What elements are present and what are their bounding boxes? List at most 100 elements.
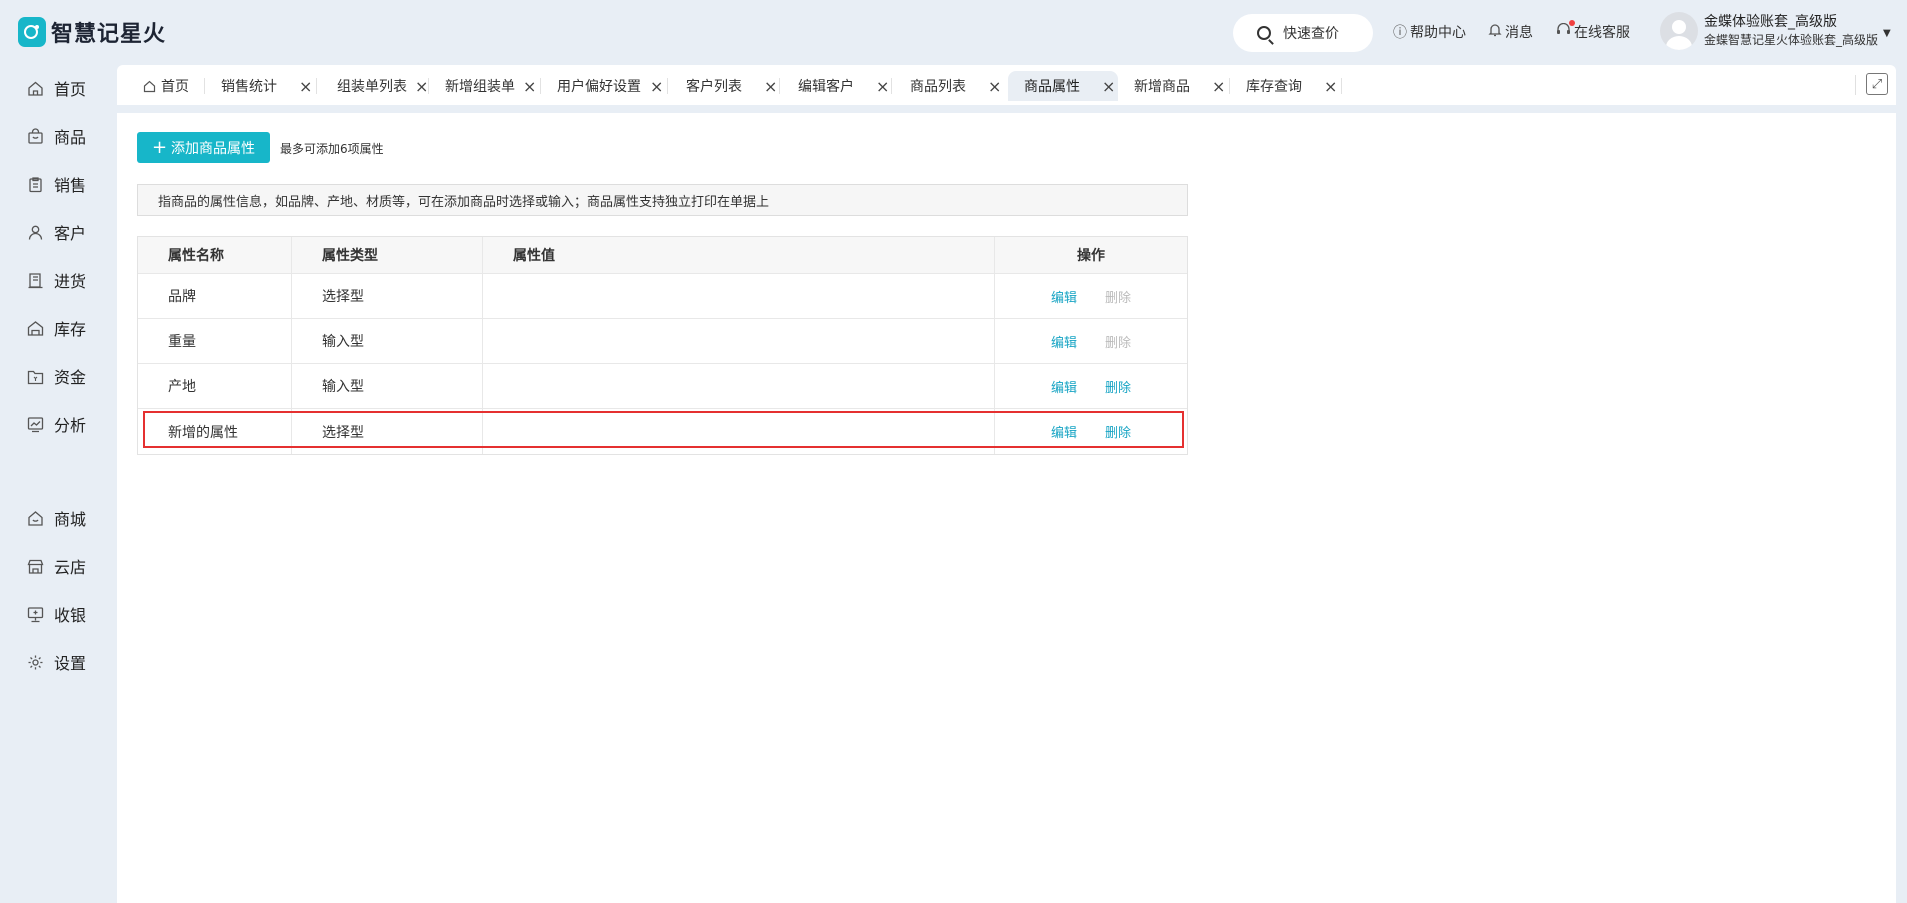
quick-price-button[interactable]: 快速查价 <box>1233 14 1373 52</box>
close-icon[interactable]: × <box>650 77 663 96</box>
attribute-name: 品牌 <box>138 274 292 318</box>
delete-button[interactable]: 删除 <box>1105 377 1131 396</box>
warehouse-icon <box>26 319 44 337</box>
tab-customer-list[interactable]: 客户列表 × <box>668 71 780 101</box>
attributes-table: 属性名称 属性类型 属性值 操作 品牌 选择型 编辑 删除 重量 输入型 编辑 … <box>137 236 1188 455</box>
bag-icon <box>26 127 44 145</box>
attribute-value <box>483 409 995 454</box>
online-support-link[interactable]: 在线客服 <box>1556 20 1630 42</box>
table-row: 重量 输入型 编辑 删除 <box>138 319 1187 364</box>
bell-icon <box>1488 23 1502 41</box>
user-account: 金蝶智慧记星火体验账套_高级版 <box>1704 33 1879 47</box>
sidebar-item-label: 云店 <box>54 558 87 577</box>
tab-user-preferences[interactable]: 用户偏好设置 × <box>541 71 668 101</box>
sidebar-item-label: 销售 <box>54 176 87 195</box>
user-name: 金蝶体验账套_高级版 <box>1704 14 1837 30</box>
notification-dot <box>1569 20 1575 26</box>
sidebar-item-sales[interactable]: 销售 <box>26 172 86 196</box>
sidebar-item-funds[interactable]: 资金 <box>26 364 86 388</box>
table-row: 产地 输入型 编辑 删除 <box>138 364 1187 409</box>
sidebar-item-label: 设置 <box>54 654 87 673</box>
tab-goods-list[interactable]: 商品列表 × <box>892 71 1004 101</box>
sidebar-item-goods[interactable]: 商品 <box>26 124 86 148</box>
caret-down-icon: ▼ <box>1883 28 1891 39</box>
tab-new-assembly[interactable]: 新增组装单 × <box>429 71 541 101</box>
attribute-value <box>483 364 995 408</box>
user-menu[interactable]: 金蝶体验账套_高级版 金蝶智慧记星火体验账套_高级版 ▼ <box>1660 12 1891 50</box>
add-attribute-button[interactable]: + 添加商品属性 <box>137 132 270 163</box>
sidebar-item-customers[interactable]: 客户 <box>26 220 86 244</box>
attribute-type: 选择型 <box>292 409 483 454</box>
quick-price-label: 快速查价 <box>1283 26 1339 42</box>
sidebar-item-cloud-store[interactable]: 云店 <box>26 554 86 578</box>
tab-label: 新增组装单 <box>445 79 515 95</box>
delete-button: 删除 <box>1105 290 1132 306</box>
attribute-type: 输入型 <box>292 364 483 408</box>
main-panel: + 添加商品属性 最多可添加6项属性 指商品的属性信息，如品牌、产地、材质等，可… <box>117 113 1896 903</box>
person-icon <box>26 223 44 241</box>
delete-button: 删除 <box>1105 335 1132 351</box>
logo-icon <box>18 17 46 47</box>
help-center-link[interactable]: ⓘ 帮助中心 <box>1393 22 1466 42</box>
messages-link[interactable]: 消息 <box>1488 22 1533 42</box>
tab-label: 首页 <box>161 79 189 95</box>
app-logo[interactable]: 智慧记星火 <box>18 16 166 48</box>
close-icon[interactable]: × <box>299 77 312 96</box>
attribute-value <box>483 319 995 363</box>
sidebar-item-label: 客户 <box>54 224 87 243</box>
tab-label: 商品列表 <box>910 79 966 95</box>
cashier-icon <box>26 605 44 623</box>
sidebar-item-settings[interactable]: 设置 <box>26 650 86 674</box>
close-icon[interactable]: × <box>1324 77 1337 96</box>
header-value: 属性值 <box>483 237 995 273</box>
close-icon[interactable]: × <box>988 77 1001 96</box>
messages-label: 消息 <box>1505 25 1533 41</box>
sidebar-item-label: 商城 <box>54 510 87 529</box>
clipboard-icon <box>26 175 44 193</box>
delete-button[interactable]: 删除 <box>1105 422 1131 441</box>
table-row: 新增的属性 选择型 编辑 删除 <box>138 409 1187 454</box>
table-header: 属性名称 属性类型 属性值 操作 <box>138 237 1187 274</box>
close-icon[interactable]: × <box>1212 77 1225 96</box>
edit-button[interactable]: 编辑 <box>1051 287 1077 306</box>
sidebar-item-cashier[interactable]: 收银 <box>26 602 86 626</box>
table-row: 品牌 选择型 编辑 删除 <box>138 274 1187 319</box>
tabs-bar: 首页 销售统计 × 组装单列表 × 新增组装单 × 用户偏好设置 × 客户列表 … <box>117 65 1896 105</box>
sidebar-item-purchase[interactable]: 进货 <box>26 268 86 292</box>
close-icon[interactable]: × <box>876 77 889 96</box>
tab-label: 用户偏好设置 <box>557 79 641 95</box>
tab-home[interactable]: 首页 <box>135 71 205 101</box>
close-icon[interactable]: × <box>1102 77 1115 96</box>
max-attributes-hint: 最多可添加6项属性 <box>280 142 384 156</box>
attribute-notice: 指商品的属性信息，如品牌、产地、材质等，可在添加商品时选择或输入；商品属性支持独… <box>137 184 1188 216</box>
tab-sales-stats[interactable]: 销售统计 × <box>205 71 317 101</box>
tab-inventory-query[interactable]: 库存查询 × <box>1230 71 1342 101</box>
sidebar-item-inventory[interactable]: 库存 <box>26 316 86 340</box>
sidebar-item-label: 库存 <box>54 320 87 339</box>
sidebar-item-mall[interactable]: 商城 <box>26 506 86 530</box>
help-icon: ⓘ <box>1393 25 1407 41</box>
edit-button[interactable]: 编辑 <box>1051 422 1077 441</box>
avatar <box>1660 12 1698 50</box>
tab-new-goods[interactable]: 新增商品 × <box>1118 71 1230 101</box>
attribute-name: 重量 <box>138 319 292 363</box>
sidebar-item-analysis[interactable]: 分析 <box>26 412 86 436</box>
sidebar-item-label: 商品 <box>54 128 87 147</box>
sidebar-item-home[interactable]: 首页 <box>26 76 86 100</box>
edit-button[interactable]: 编辑 <box>1051 377 1077 396</box>
sidebar-item-label: 资金 <box>54 368 87 387</box>
close-icon[interactable]: × <box>764 77 777 96</box>
home-icon <box>26 79 44 97</box>
close-icon[interactable]: × <box>415 77 428 96</box>
close-icon[interactable]: × <box>523 77 536 96</box>
edit-button[interactable]: 编辑 <box>1051 332 1077 351</box>
tab-label: 新增商品 <box>1134 79 1190 95</box>
fullscreen-icon[interactable]: ⤢ <box>1866 73 1888 95</box>
sidebar-item-label: 分析 <box>54 416 87 435</box>
tab-goods-attributes[interactable]: 商品属性 × <box>1008 71 1118 101</box>
tab-assembly-list[interactable]: 组装单列表 × <box>317 71 429 101</box>
tab-edit-customer[interactable]: 编辑客户 × <box>780 71 892 101</box>
home-icon <box>143 80 156 93</box>
logo-text: 智慧记星火 <box>51 22 167 47</box>
top-bar: 智慧记星火 快速查价 ⓘ 帮助中心 消息 在线客服 金蝶体验账套_高级版 金蝶智… <box>0 0 1907 65</box>
